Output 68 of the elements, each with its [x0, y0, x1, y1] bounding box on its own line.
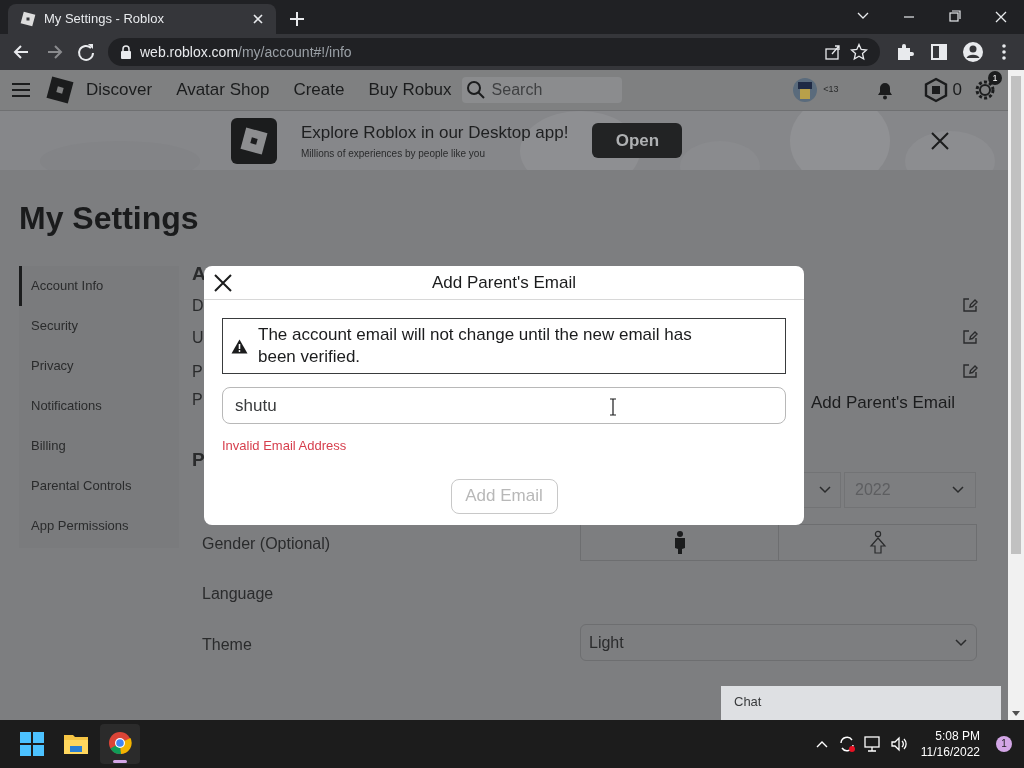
chrome-taskbar-button[interactable] — [100, 724, 140, 764]
warning-icon — [231, 338, 248, 354]
tab-title: My Settings - Roblox — [44, 10, 165, 29]
section-heading: A — [192, 262, 206, 286]
chevron-down-icon — [951, 485, 965, 495]
email-input-field[interactable]: shutu — [222, 387, 786, 424]
nav-link[interactable]: Create — [293, 77, 345, 103]
star-icon[interactable] — [850, 43, 868, 61]
field-label: Language — [202, 584, 274, 604]
banner-title: Explore Roblox in our Desktop app! — [301, 122, 569, 145]
section-heading: P — [192, 448, 205, 472]
sidebar-item[interactable]: Notifications — [19, 386, 179, 426]
chrome-icon — [108, 731, 132, 755]
age-label: <13 — [823, 83, 839, 97]
sidebar-item[interactable]: Billing — [19, 426, 179, 466]
edit-icon[interactable] — [961, 362, 979, 380]
browser-tab[interactable]: My Settings - Roblox — [8, 4, 276, 34]
scrollbar[interactable] — [1008, 70, 1024, 720]
chat-panel[interactable]: Chat — [721, 686, 1001, 720]
sidebar-item[interactable]: Account Info — [19, 266, 179, 306]
volume-icon[interactable] — [888, 734, 909, 754]
add-parent-email-link[interactable]: Add Parent's Email — [811, 390, 956, 416]
nav-link[interactable]: Buy Robux — [368, 77, 452, 103]
field-label: Theme — [202, 635, 252, 655]
robux-count: 0 — [952, 79, 962, 102]
search-icon — [465, 80, 486, 100]
banner-subtitle: Millions of experiences by people like you — [301, 146, 486, 161]
chevron-down-icon — [954, 637, 968, 648]
warning-text: The account email will not change until the new email has been verified. — [258, 324, 693, 368]
modal-title: Add Parent's Email — [431, 271, 576, 294]
sidebar-item[interactable]: App Permissions — [19, 506, 179, 546]
field-label: U — [192, 328, 204, 348]
robux-icon[interactable] — [922, 77, 949, 103]
search-field[interactable]: Search — [461, 77, 622, 103]
lock-icon — [120, 45, 132, 59]
roblox-logo-icon — [20, 11, 36, 27]
notification-badge: 1 — [988, 71, 1002, 85]
address-bar[interactable]: web.roblox.com/my/account#!/info — [108, 38, 880, 66]
share-icon[interactable] — [824, 43, 842, 61]
field-label: P — [192, 390, 203, 410]
female-icon — [868, 529, 887, 556]
error-message: Invalid Email Address — [222, 437, 348, 455]
field-label: Gender (Optional) — [202, 534, 331, 554]
select-value: Light — [589, 632, 624, 653]
open-button[interactable]: Open — [592, 123, 683, 158]
theme-select[interactable]: Light — [580, 624, 977, 661]
field-label: D — [192, 296, 204, 316]
field-label: P — [192, 362, 203, 382]
scrollbar-thumb[interactable] — [1011, 76, 1021, 554]
avatar-icon[interactable] — [791, 76, 820, 104]
clock-time: 5:08 PM — [935, 728, 980, 744]
close-icon[interactable] — [213, 273, 233, 293]
clock-date: 11/16/2022 — [920, 744, 980, 760]
nav-link[interactable]: Avatar Shop — [176, 77, 270, 103]
chevron-down-icon — [818, 485, 832, 495]
edit-icon[interactable] — [961, 296, 979, 314]
page-title: My Settings — [19, 199, 200, 238]
edit-icon[interactable] — [961, 328, 979, 346]
roblox-app-icon — [231, 117, 277, 164]
sidebar-item[interactable]: Privacy — [19, 346, 179, 386]
sidebar-item[interactable]: Security — [19, 306, 179, 346]
text-cursor-icon — [609, 398, 617, 416]
male-icon — [672, 529, 687, 556]
notification-badge[interactable]: 1 — [996, 736, 1012, 752]
nav-link[interactable]: Discover — [86, 77, 153, 103]
url-text: web.roblox.com/my/account#!/info — [140, 42, 353, 62]
sidebar-item[interactable]: Parental Controls — [19, 466, 179, 506]
network-icon[interactable] — [862, 734, 883, 754]
